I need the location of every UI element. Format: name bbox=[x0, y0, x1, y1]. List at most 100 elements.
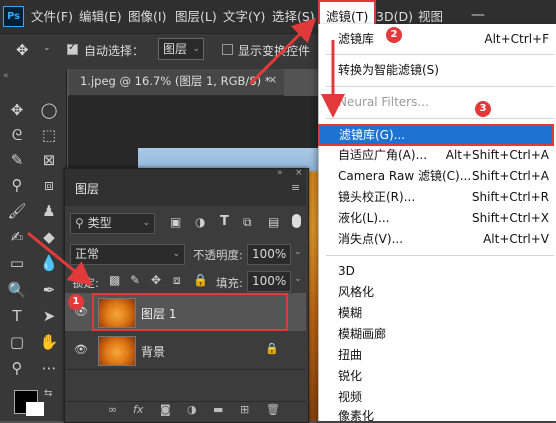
chevron-down-icon[interactable]: ⌄ bbox=[43, 43, 51, 53]
layers-panel-title: 图层 bbox=[75, 182, 100, 196]
history-brush-icon[interactable]: ✍ bbox=[4, 226, 30, 248]
blend-mode-dropdown[interactable]: 正常 ⌄ bbox=[70, 244, 185, 265]
close-icon[interactable]: × bbox=[295, 168, 303, 178]
layer-name[interactable]: 背景 bbox=[141, 343, 165, 360]
background-color-swatch[interactable] bbox=[26, 402, 44, 416]
visibility-eye-icon[interactable]: 👁 bbox=[74, 343, 88, 356]
auto-select-target-value: 图层 bbox=[163, 42, 188, 56]
eraser-icon[interactable]: ◆ bbox=[36, 226, 62, 248]
move-tool-icon[interactable]: ✥ bbox=[4, 99, 30, 121]
step-badge-2: 2 bbox=[386, 27, 402, 43]
pixel-filter-icon[interactable]: ▣ bbox=[170, 215, 181, 229]
lock-transparent-icon[interactable]: ▩ bbox=[109, 273, 120, 287]
step-badge-3: 3 bbox=[475, 101, 491, 117]
lock-artboard-icon[interactable]: ⧈ bbox=[173, 273, 181, 288]
filter-menu-item[interactable]: 转换为智能滤镜(S) bbox=[319, 60, 556, 81]
filter-menu-item[interactable]: 消失点(V)... Alt+Ctrl+V bbox=[319, 229, 556, 250]
layer-style-icon[interactable]: fx bbox=[133, 403, 143, 416]
blur-tool-icon[interactable]: 💧 bbox=[36, 252, 62, 274]
filter-menu-item[interactable]: 镜头校正(R)... Shift+Ctrl+R bbox=[319, 187, 556, 208]
zoom-tool-icon[interactable]: ⚲ bbox=[4, 357, 30, 379]
filter-menu-item[interactable]: 3D bbox=[319, 261, 556, 282]
move-tool-icon[interactable]: ✥ bbox=[16, 41, 29, 59]
more-tools-icon[interactable]: ⋯ bbox=[36, 357, 62, 379]
auto-select-target-dropdown[interactable]: 图层 ⌄ bbox=[158, 38, 204, 60]
filter-menu-item[interactable]: Camera Raw 滤镜(C)... Shift+Ctrl+A bbox=[319, 166, 556, 187]
menu-image[interactable]: 图像(I) bbox=[128, 0, 166, 33]
menu-layer[interactable]: 图层(L) bbox=[175, 0, 217, 33]
filter-menu-item[interactable]: 模糊 bbox=[319, 303, 556, 324]
show-transform-checkbox[interactable] bbox=[222, 44, 233, 55]
blend-mode-value: 正常 bbox=[75, 247, 100, 261]
auto-select-checkbox[interactable] bbox=[67, 42, 78, 55]
filter-menu-item[interactable]: 风格化 bbox=[319, 282, 556, 303]
layer-filter-kind-dropdown[interactable]: ⚲ 类型 ⌄ bbox=[70, 213, 155, 234]
crop-tool-icon[interactable]: ⧈ bbox=[36, 174, 62, 196]
stamp-tool-icon[interactable]: ♟ bbox=[36, 200, 62, 222]
filter-menu-item[interactable]: 视频 bbox=[319, 387, 556, 408]
filter-menu-item[interactable]: 锐化 bbox=[319, 366, 556, 387]
adjustment-layer-icon[interactable]: ◑ bbox=[187, 403, 197, 416]
path-select-icon[interactable]: ➤ bbox=[36, 305, 62, 327]
filter-toggle-icon[interactable] bbox=[292, 214, 301, 228]
add-mask-icon[interactable]: ◙ bbox=[160, 403, 171, 416]
opacity-input[interactable]: 100% bbox=[247, 244, 291, 265]
layers-panel-header bbox=[65, 169, 306, 206]
brush-tool-icon[interactable]: 🖌 bbox=[4, 200, 30, 222]
filter-menu-item[interactable]: 自适应广角(A)... Alt+Shift+Ctrl+A bbox=[319, 145, 556, 166]
filter-menu-item[interactable]: 模糊画廊 bbox=[319, 324, 556, 345]
delete-layer-icon[interactable]: 🗑 bbox=[266, 403, 280, 416]
brush-select-icon[interactable]: ✎ bbox=[4, 149, 30, 171]
collapse-icon[interactable]: » bbox=[277, 168, 283, 178]
menu-edit[interactable]: 编辑(E) bbox=[79, 0, 122, 33]
frame-tool-icon[interactable]: ⊠ bbox=[36, 149, 62, 171]
opacity-value: 100% bbox=[252, 247, 287, 261]
elliptical-marquee-icon[interactable]: ◯ bbox=[36, 99, 62, 121]
new-group-icon[interactable]: ▬ bbox=[213, 403, 223, 416]
close-icon[interactable]: × bbox=[268, 73, 277, 86]
type-tool-icon[interactable]: T bbox=[4, 305, 30, 327]
hand-tool-icon[interactable]: ✋ bbox=[36, 331, 62, 353]
swap-colors-icon[interactable]: ⇆ bbox=[44, 388, 52, 399]
document-tab-title: 1.jpeg @ 16.7% (图层 1, RGB/8) * bbox=[80, 74, 271, 88]
menu-select[interactable]: 选择(S) bbox=[272, 0, 315, 33]
menu-item-shortcut: Alt+Shift+Ctrl+A bbox=[445, 148, 549, 162]
menu-file[interactable]: 文件(F) bbox=[31, 0, 73, 33]
chevron-down-icon[interactable]: ⌄ bbox=[294, 274, 302, 284]
menu-type[interactable]: 文字(Y) bbox=[223, 0, 265, 33]
menu-separator bbox=[326, 118, 554, 119]
filter-menu-item[interactable]: 像素化 bbox=[319, 406, 556, 421]
dodge-tool-icon[interactable]: 🔍 bbox=[4, 279, 30, 301]
filter-menu-item[interactable]: 扭曲 bbox=[319, 345, 556, 366]
rectangle-tool-icon[interactable]: ▢ bbox=[4, 331, 30, 353]
lasso-tool-icon[interactable]: ᘓ bbox=[4, 124, 30, 146]
menu-item-label: 液化(L)... bbox=[338, 211, 390, 225]
filter-menu-item[interactable]: 液化(L)... Shift+Ctrl+X bbox=[319, 208, 556, 229]
panel-menu-icon[interactable]: ≡ bbox=[291, 181, 300, 194]
lock-image-icon[interactable]: ✎ bbox=[130, 273, 140, 287]
filter-menu-item[interactable]: 滤镜库 Alt+Ctrl+F bbox=[319, 29, 556, 50]
chevron-down-icon[interactable]: ⌄ bbox=[294, 247, 302, 257]
menu-item-shortcut: Shift+Ctrl+A bbox=[472, 169, 549, 183]
adjustment-filter-icon[interactable]: ◑ bbox=[195, 215, 205, 229]
gradient-tool-icon[interactable]: ▭ bbox=[4, 252, 30, 274]
opacity-label: 不透明度: bbox=[193, 248, 243, 262]
auto-select-label: 自动选择： bbox=[84, 44, 145, 58]
smart-object-filter-icon[interactable]: ▤ bbox=[268, 215, 279, 229]
lock-all-icon[interactable]: 🔒 bbox=[193, 273, 208, 287]
type-filter-icon[interactable]: T bbox=[220, 214, 229, 229]
eyedropper-icon[interactable]: ⚲ bbox=[4, 174, 30, 196]
menu-item-label: 锐化 bbox=[338, 369, 363, 383]
pen-tool-icon[interactable]: ✒ bbox=[36, 279, 62, 301]
lock-position-icon[interactable]: ✥ bbox=[151, 273, 161, 287]
menu-item-label: 转换为智能滤镜(S) bbox=[338, 63, 439, 77]
fill-input[interactable]: 100% bbox=[247, 271, 291, 292]
shape-filter-icon[interactable]: ⧉ bbox=[243, 215, 252, 230]
link-layers-icon[interactable]: ∞ bbox=[108, 403, 117, 416]
menu-item-label: 视频 bbox=[338, 390, 363, 404]
new-layer-icon[interactable]: ⊞ bbox=[240, 403, 249, 416]
object-select-icon[interactable]: ⬚ bbox=[36, 124, 62, 146]
panel-collapse-icon[interactable]: « bbox=[3, 71, 9, 81]
filter-gallery-menu-item[interactable]: 滤镜库(G)... bbox=[318, 124, 554, 146]
menu-item-label: 扭曲 bbox=[338, 348, 363, 362]
